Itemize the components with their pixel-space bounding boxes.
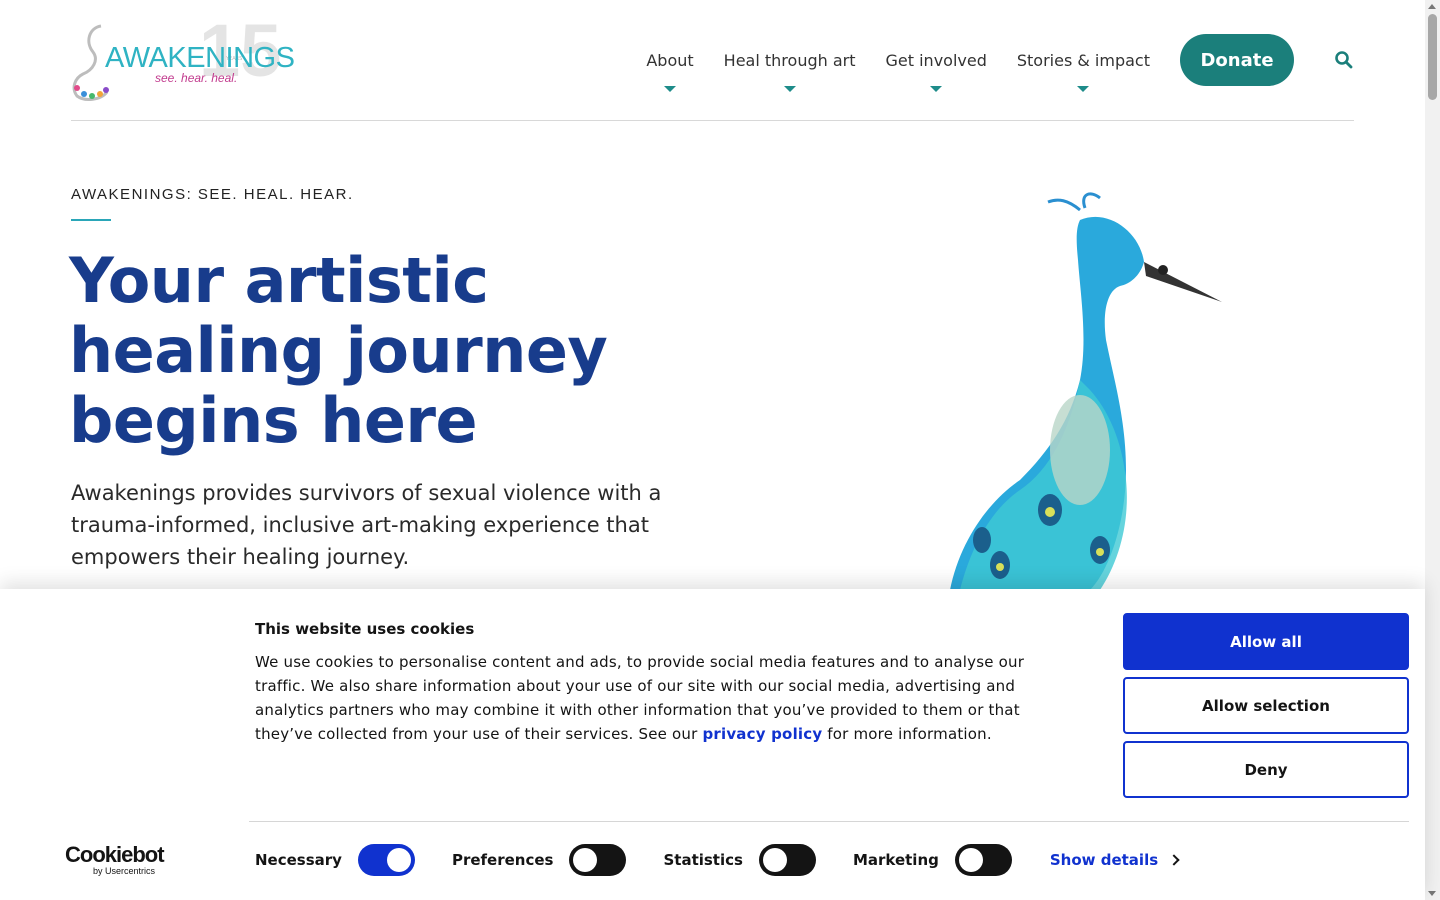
toggle-knob [958, 848, 983, 872]
toggle-label: Preferences [451, 851, 554, 869]
nav-item-label: Stories & impact [1016, 50, 1150, 70]
privacy-policy-link[interactable]: privacy policy [702, 725, 822, 743]
site-logo[interactable]: 15 YEARS AWAKENINGS see. hear. heal. [71, 14, 295, 102]
peacock-illustration [950, 192, 1222, 590]
allow-all-button[interactable]: Allow all [1123, 613, 1409, 670]
necessary-toggle[interactable] [357, 844, 415, 876]
allow-selection-button[interactable]: Allow selection [1123, 677, 1409, 734]
marketing-toggle[interactable] [954, 844, 1012, 876]
toggle-label: Marketing [852, 851, 939, 869]
consent-toggles: Necessary Preferences Statistics Marketi… [255, 843, 1180, 877]
cookie-text-after: for more information. [822, 725, 992, 743]
caret-down-icon [664, 86, 677, 92]
toggle-necessary: Necessary [255, 844, 415, 876]
hero-eyebrow: AWAKENINGS: SEE. HEAL. HEAR. [71, 186, 354, 203]
cookie-title: This website uses cookies [255, 620, 475, 638]
show-details-link[interactable]: Show details [1049, 851, 1180, 869]
page-scrollbar[interactable] [1425, 0, 1440, 900]
toggle-marketing: Marketing [853, 844, 1012, 876]
deny-button[interactable]: Deny [1123, 741, 1409, 798]
nav-item-get-involved[interactable]: Get involved [885, 34, 987, 92]
toggle-label: Statistics [663, 851, 743, 869]
cookie-divider [249, 821, 1409, 822]
hero-title: Your artistic healing journey begins her… [69, 244, 608, 457]
hero-description: Awakenings provides survivors of sexual … [71, 481, 662, 569]
nav-item-heal-through-art[interactable]: Heal through art [723, 34, 856, 92]
nav-item-stories-impact[interactable]: Stories & impact [1016, 34, 1150, 92]
toggle-knob [762, 848, 787, 872]
toggle-preferences: Preferences [452, 844, 627, 876]
eyebrow-divider [71, 219, 111, 221]
toggle-knob [386, 848, 411, 872]
nav-item-label: Get involved [885, 50, 987, 70]
nav-item-about[interactable]: About [646, 34, 694, 92]
caret-down-icon [783, 86, 796, 92]
cookiebot-logo[interactable]: Cookiebot by Usercentrics [65, 844, 185, 878]
chevron-right-icon [1168, 854, 1180, 866]
nav-item-label: Heal through art [723, 50, 856, 70]
cookiebot-brand: Cookiebot [65, 842, 165, 867]
search-icon[interactable] [1334, 50, 1354, 70]
site-header: 15 YEARS AWAKENINGS see. hear. heal. Abo… [71, 0, 1354, 121]
main-nav: About Heal through art Get involved Stor… [646, 34, 1354, 92]
show-details-label: Show details [1049, 851, 1159, 869]
cookiebot-sub: by Usercentrics [93, 866, 156, 876]
toggle-knob [573, 848, 598, 872]
caret-down-icon [930, 86, 943, 92]
scroll-down-icon[interactable] [1428, 891, 1436, 896]
statistics-toggle[interactable] [758, 844, 816, 876]
preferences-toggle[interactable] [569, 844, 627, 876]
scroll-up-icon[interactable] [1428, 4, 1436, 9]
logo-tagline: see. hear. heal. [155, 71, 238, 85]
donate-button[interactable]: Donate [1180, 34, 1294, 86]
cookie-description: We use cookies to personalise content an… [255, 650, 1075, 746]
cookie-consent-banner: This website uses cookies We use cookies… [0, 589, 1425, 900]
scrollbar-thumb[interactable] [1428, 14, 1437, 100]
caret-down-icon [1077, 86, 1090, 92]
toggle-statistics: Statistics [663, 844, 816, 876]
nav-item-label: About [646, 50, 694, 70]
toggle-label: Necessary [255, 851, 342, 869]
